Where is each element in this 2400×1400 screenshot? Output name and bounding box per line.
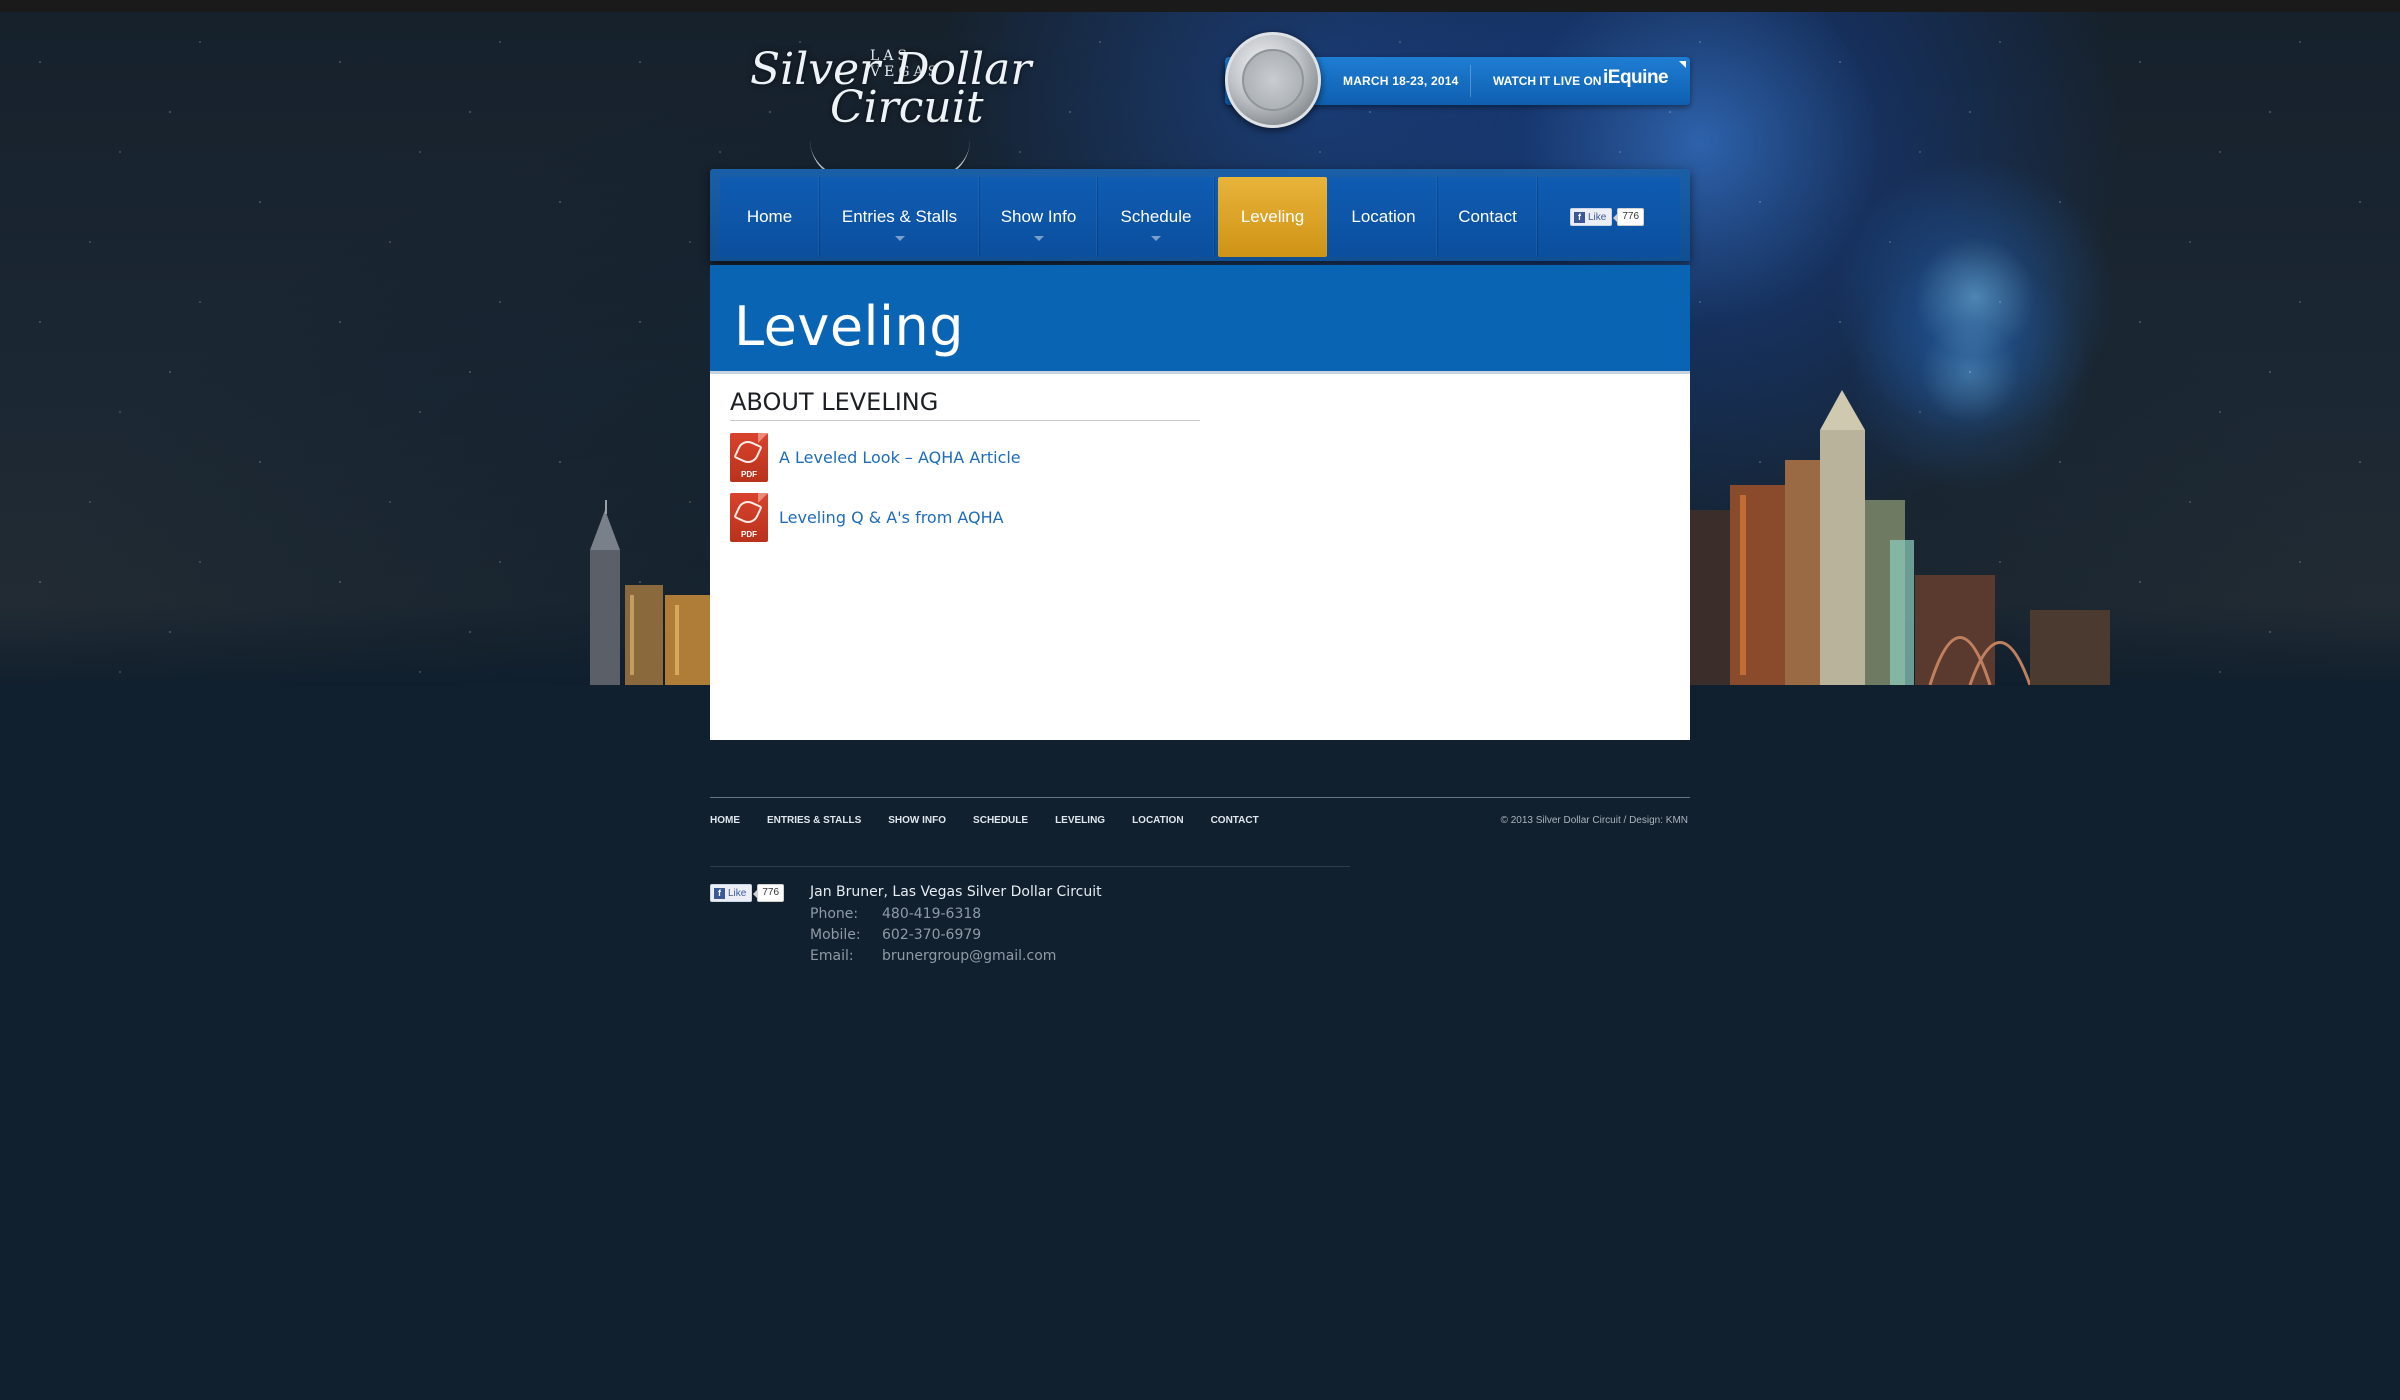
acrobat-swirl-icon xyxy=(733,437,763,467)
top-strip xyxy=(0,0,2400,12)
document-link-leveled-look[interactable]: PDF A Leveled Look – AQHA Article xyxy=(730,433,1021,482)
site-logo[interactable]: LAS VEGAS Silver Dollar Circuit xyxy=(750,30,1031,190)
dropdown-arrow-icon xyxy=(1033,236,1044,241)
document-link-text[interactable]: A Leveled Look – AQHA Article xyxy=(779,448,1021,467)
event-dates: MARCH 18-23, 2014 xyxy=(1343,74,1459,88)
mobile-value: 602-370-6979 xyxy=(882,927,982,943)
corner-arrow-icon xyxy=(1679,61,1686,68)
email-link[interactable]: brunergroup@gmail.com xyxy=(882,948,1056,964)
fb-like-label: Like xyxy=(728,887,747,899)
page-title-band: Leveling xyxy=(710,265,1690,374)
nav-item-contact[interactable]: Contact xyxy=(1438,177,1538,257)
site-header: LAS VEGAS Silver Dollar Circuit MARCH 18… xyxy=(710,12,1690,180)
footer-divider-secondary xyxy=(710,866,1350,867)
nav-item-entries-stalls[interactable]: Entries & Stalls xyxy=(820,177,980,257)
site-container: LAS VEGAS Silver Dollar Circuit MARCH 18… xyxy=(710,12,1690,740)
footer-link-contact[interactable]: CONTACT xyxy=(1211,815,1259,826)
footer-link-home[interactable]: HOME xyxy=(710,815,740,826)
phone-label: Phone: xyxy=(810,906,859,922)
fb-like-btn[interactable]: f Like xyxy=(710,884,753,902)
section-heading: ABOUT LEVELING xyxy=(730,388,1200,421)
nav-item-show-info[interactable]: Show Info xyxy=(980,177,1098,257)
email-label: Email: xyxy=(810,948,854,964)
logo-title-line2: Circuit xyxy=(830,82,984,133)
nav-item-label: Leveling xyxy=(1240,207,1305,226)
skyline-right-image xyxy=(1690,390,2110,685)
footer-link-entries-stalls[interactable]: ENTRIES & STALLS xyxy=(767,815,861,826)
pdf-icon: PDF xyxy=(730,493,768,542)
pdf-icon-label: PDF xyxy=(741,530,757,539)
watch-live-label: WATCH IT LIVE ON xyxy=(1493,74,1602,88)
facebook-icon: f xyxy=(1574,211,1585,223)
nav-item-label: Contact xyxy=(1458,207,1517,226)
mobile-label: Mobile: xyxy=(810,927,861,943)
contact-mobile-row: Mobile: 602-370-6979 xyxy=(810,927,1102,943)
nav-item-label: Entries & Stalls xyxy=(841,207,958,226)
footer-nav: HOME ENTRIES & STALLS SHOW INFO SCHEDULE… xyxy=(710,815,1286,826)
fb-like-count: 776 xyxy=(1613,208,1645,226)
contact-name: Jan Bruner, Las Vegas Silver Dollar Circ… xyxy=(810,884,1102,900)
silver-dollar-seal-icon xyxy=(1225,32,1321,128)
footer-link-show-info[interactable]: SHOW INFO xyxy=(888,815,946,826)
fb-like-btn[interactable]: f Like xyxy=(1570,208,1613,226)
skyline-left-image xyxy=(590,500,710,685)
footer-facebook-like-button[interactable]: f Like 776 xyxy=(710,884,785,902)
acrobat-swirl-icon xyxy=(733,497,763,527)
footer-link-leveling[interactable]: LEVELING xyxy=(1055,815,1105,826)
info-divider xyxy=(1470,65,1471,97)
nav-item-schedule[interactable]: Schedule xyxy=(1098,177,1215,257)
facebook-icon: f xyxy=(714,887,725,899)
document-link-leveling-qa[interactable]: PDF Leveling Q & A's from AQHA xyxy=(730,493,1004,542)
main-nav: Home Entries & Stalls Show Info Schedule… xyxy=(710,169,1690,261)
horse-head-icon xyxy=(1242,49,1304,111)
fb-like-label: Like xyxy=(1588,211,1607,223)
fb-like-count: 776 xyxy=(753,884,785,902)
footer-copyright: © 2013 Silver Dollar Circuit / Design: K… xyxy=(1500,815,1688,826)
main-nav-bar: Home Entries & Stalls Show Info Schedule… xyxy=(720,177,1680,257)
facebook-like-button[interactable]: f Like 776 xyxy=(1570,208,1645,226)
document-link-text[interactable]: Leveling Q & A's from AQHA xyxy=(779,508,1004,527)
nav-item-label: Schedule xyxy=(1120,207,1192,226)
dropdown-arrow-icon xyxy=(894,236,905,241)
nav-item-location[interactable]: Location xyxy=(1330,177,1438,257)
main-content: ABOUT LEVELING PDF A Leveled Look – AQHA… xyxy=(710,374,1690,740)
footer-link-location[interactable]: LOCATION xyxy=(1132,815,1183,826)
nav-item-label: Home xyxy=(746,207,793,226)
phone-value: 480-419-6318 xyxy=(882,906,982,922)
nav-item-label: Location xyxy=(1351,207,1416,226)
page-title: Leveling xyxy=(734,295,965,358)
footer-divider xyxy=(710,797,1690,798)
dropdown-arrow-icon xyxy=(1151,236,1161,241)
contact-phone-row: Phone: 480-419-6318 xyxy=(810,906,1102,922)
footer-contact-info: Jan Bruner, Las Vegas Silver Dollar Circ… xyxy=(810,884,1102,969)
contact-email-row: Email: brunergroup@gmail.com xyxy=(810,948,1102,964)
nav-item-leveling[interactable]: Leveling xyxy=(1218,177,1327,257)
iequine-logo-link[interactable]: iEquine xyxy=(1603,67,1669,89)
footer-link-schedule[interactable]: SCHEDULE xyxy=(973,815,1028,826)
pdf-icon-label: PDF xyxy=(741,470,757,479)
nav-item-label: Show Info xyxy=(1000,207,1077,226)
pdf-icon: PDF xyxy=(730,433,768,482)
nav-item-home[interactable]: Home xyxy=(720,177,820,257)
